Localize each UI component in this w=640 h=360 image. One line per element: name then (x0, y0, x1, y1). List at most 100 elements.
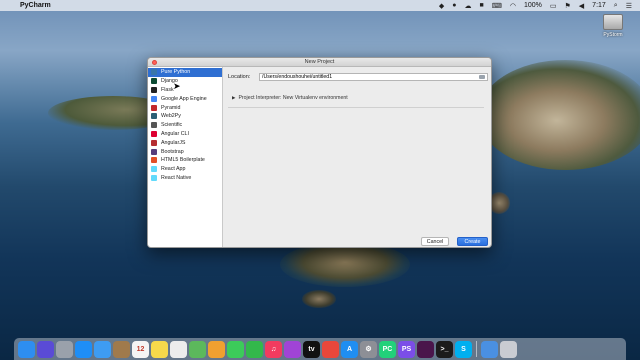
project-type-item[interactable]: Angular CLI (148, 130, 222, 139)
close-window-button[interactable] (152, 60, 157, 65)
reminders-icon[interactable] (170, 340, 187, 358)
contacts-icon[interactable] (113, 340, 130, 358)
location-row: Location: /Users/endoushouhei/untitled1 (228, 73, 488, 81)
calendar-icon[interactable]: 12 (132, 340, 149, 358)
menu-bar: PyCharm ◆ ● ☁ ■ ⌨ ◠ 100% ▭ ⚑ ◀ 7:17 ⌕ ☰ (0, 0, 640, 11)
project-type-item[interactable]: Web2Py (148, 112, 222, 121)
bootstrap-icon (151, 148, 157, 155)
django-icon (151, 78, 157, 85)
project-type-label: React App (161, 166, 186, 173)
project-type-item[interactable]: HTML5 Boilerplate (148, 156, 222, 165)
create-button[interactable]: Create (457, 237, 488, 246)
project-type-item[interactable]: React Native (148, 174, 222, 183)
flask-icon (151, 86, 157, 93)
project-type-label: React Native (161, 174, 192, 181)
apple-tv-icon[interactable]: tv (303, 340, 320, 358)
spotlight-icon[interactable]: ⌕ (614, 2, 618, 10)
desktop-island-right (478, 60, 640, 170)
project-type-list: Pure Python Django Flask Google App Engine P… (148, 67, 223, 247)
maps-icon[interactable] (189, 340, 206, 358)
input-icon[interactable]: ⌨ (492, 2, 502, 10)
project-type-item[interactable]: React App (148, 165, 222, 174)
google-app-engine-icon (151, 95, 157, 102)
skype-icon[interactable]: S (455, 340, 472, 358)
interpreter-label: Project Interpreter: New Virtualenv envi… (238, 95, 348, 101)
slack-icon[interactable] (417, 340, 434, 358)
location-input[interactable]: /Users/endoushouhei/untitled1 (259, 73, 488, 81)
mail-icon[interactable] (94, 340, 111, 358)
project-type-label: AngularJS (161, 139, 186, 146)
project-type-label: Google App Engine (161, 95, 207, 102)
trash-icon[interactable] (500, 340, 517, 358)
project-type-label: Pure Python (161, 69, 191, 76)
app-name-menu[interactable]: PyCharm (20, 2, 51, 9)
app-store-icon[interactable]: A (341, 340, 358, 358)
react-icon (151, 166, 157, 173)
project-type-item[interactable]: Scientific (148, 121, 222, 130)
dock: 12 ♫ tv A ⚙ PC PS >_ S (14, 338, 626, 360)
podcasts-icon[interactable] (284, 340, 301, 358)
wifi-icon[interactable]: ◠ (510, 2, 516, 10)
new-project-dialog: New Project Pure Python Django Flask Google… (147, 57, 492, 248)
pycharm-icon[interactable]: PC (379, 340, 396, 358)
angular-cli-icon (151, 130, 157, 137)
system-preferences-icon[interactable]: ⚙ (360, 340, 377, 358)
photos-icon[interactable] (208, 340, 225, 358)
disclosure-triangle-icon[interactable]: ▶ (232, 95, 235, 101)
project-type-label: Flask (161, 86, 174, 93)
divider (228, 107, 484, 108)
hard-disk-icon (603, 14, 623, 30)
scientific-icon (151, 122, 157, 129)
interpreter-expander[interactable]: ▶ Project Interpreter: New Virtualenv en… (232, 95, 348, 101)
web2py-icon (151, 113, 157, 120)
downloads-icon[interactable] (481, 340, 498, 358)
html5-icon (151, 157, 157, 164)
launchpad-icon[interactable] (56, 340, 73, 358)
desktop-island-bottom (280, 242, 410, 287)
battery-icon[interactable]: ▭ (550, 2, 557, 10)
project-type-item[interactable]: Django (148, 77, 222, 86)
project-type-item[interactable]: Bootstrap (148, 147, 222, 156)
flag-icon[interactable]: ⚑ (565, 2, 571, 10)
project-type-item[interactable]: Flask (148, 86, 222, 95)
project-type-item[interactable]: Pyramid (148, 103, 222, 112)
docker-icon[interactable]: ■ (480, 2, 484, 9)
location-label: Location: (228, 74, 251, 80)
mouse-cursor-icon: ➤ (173, 81, 181, 91)
chrome-icon[interactable] (322, 340, 339, 358)
siri-icon[interactable] (37, 340, 54, 358)
messages-icon[interactable] (227, 340, 244, 358)
battery-percentage: 100% (523, 2, 542, 9)
project-type-label: Bootstrap (161, 148, 184, 155)
dialog-title: New Project (304, 59, 335, 65)
location-value: /Users/endoushouhei/untitled1 (262, 74, 333, 80)
project-type-item[interactable]: AngularJS (148, 138, 222, 147)
notes-icon[interactable] (151, 340, 168, 358)
folder-browse-icon[interactable] (479, 75, 485, 79)
project-type-label: Scientific (161, 122, 183, 129)
volume-icon[interactable]: ◀ (579, 2, 584, 10)
project-type-label: Web2Py (161, 113, 181, 120)
project-settings-panel: Location: /Users/endoushouhei/untitled1 … (224, 67, 491, 247)
control-list-icon[interactable]: ☰ (626, 2, 632, 10)
desktop-rock (302, 290, 336, 308)
terminal-icon[interactable]: >_ (436, 340, 453, 358)
project-type-label: HTML5 Boilerplate (161, 157, 205, 164)
dropbox-icon[interactable]: ◆ (439, 2, 444, 10)
music-icon[interactable]: ♫ (265, 340, 282, 358)
phpstorm-icon[interactable]: PS (398, 340, 415, 358)
angularjs-icon (151, 139, 157, 146)
pyramid-icon (151, 104, 157, 111)
project-type-item[interactable]: Pure Python (148, 68, 222, 77)
clock[interactable]: 7:17 (592, 2, 606, 9)
cloud-icon[interactable]: ☁ (465, 2, 472, 10)
project-type-item[interactable]: Google App Engine (148, 94, 222, 103)
cancel-button[interactable]: Cancel (421, 237, 449, 246)
dialog-titlebar[interactable]: New Project (148, 58, 491, 67)
facetime-icon[interactable] (246, 340, 263, 358)
project-type-label: Angular CLI (161, 130, 189, 137)
safari-icon[interactable] (75, 340, 92, 358)
finder-icon[interactable] (18, 340, 35, 358)
status-icon[interactable]: ● (452, 2, 456, 9)
desktop-disk[interactable]: PyStorm (596, 14, 630, 38)
